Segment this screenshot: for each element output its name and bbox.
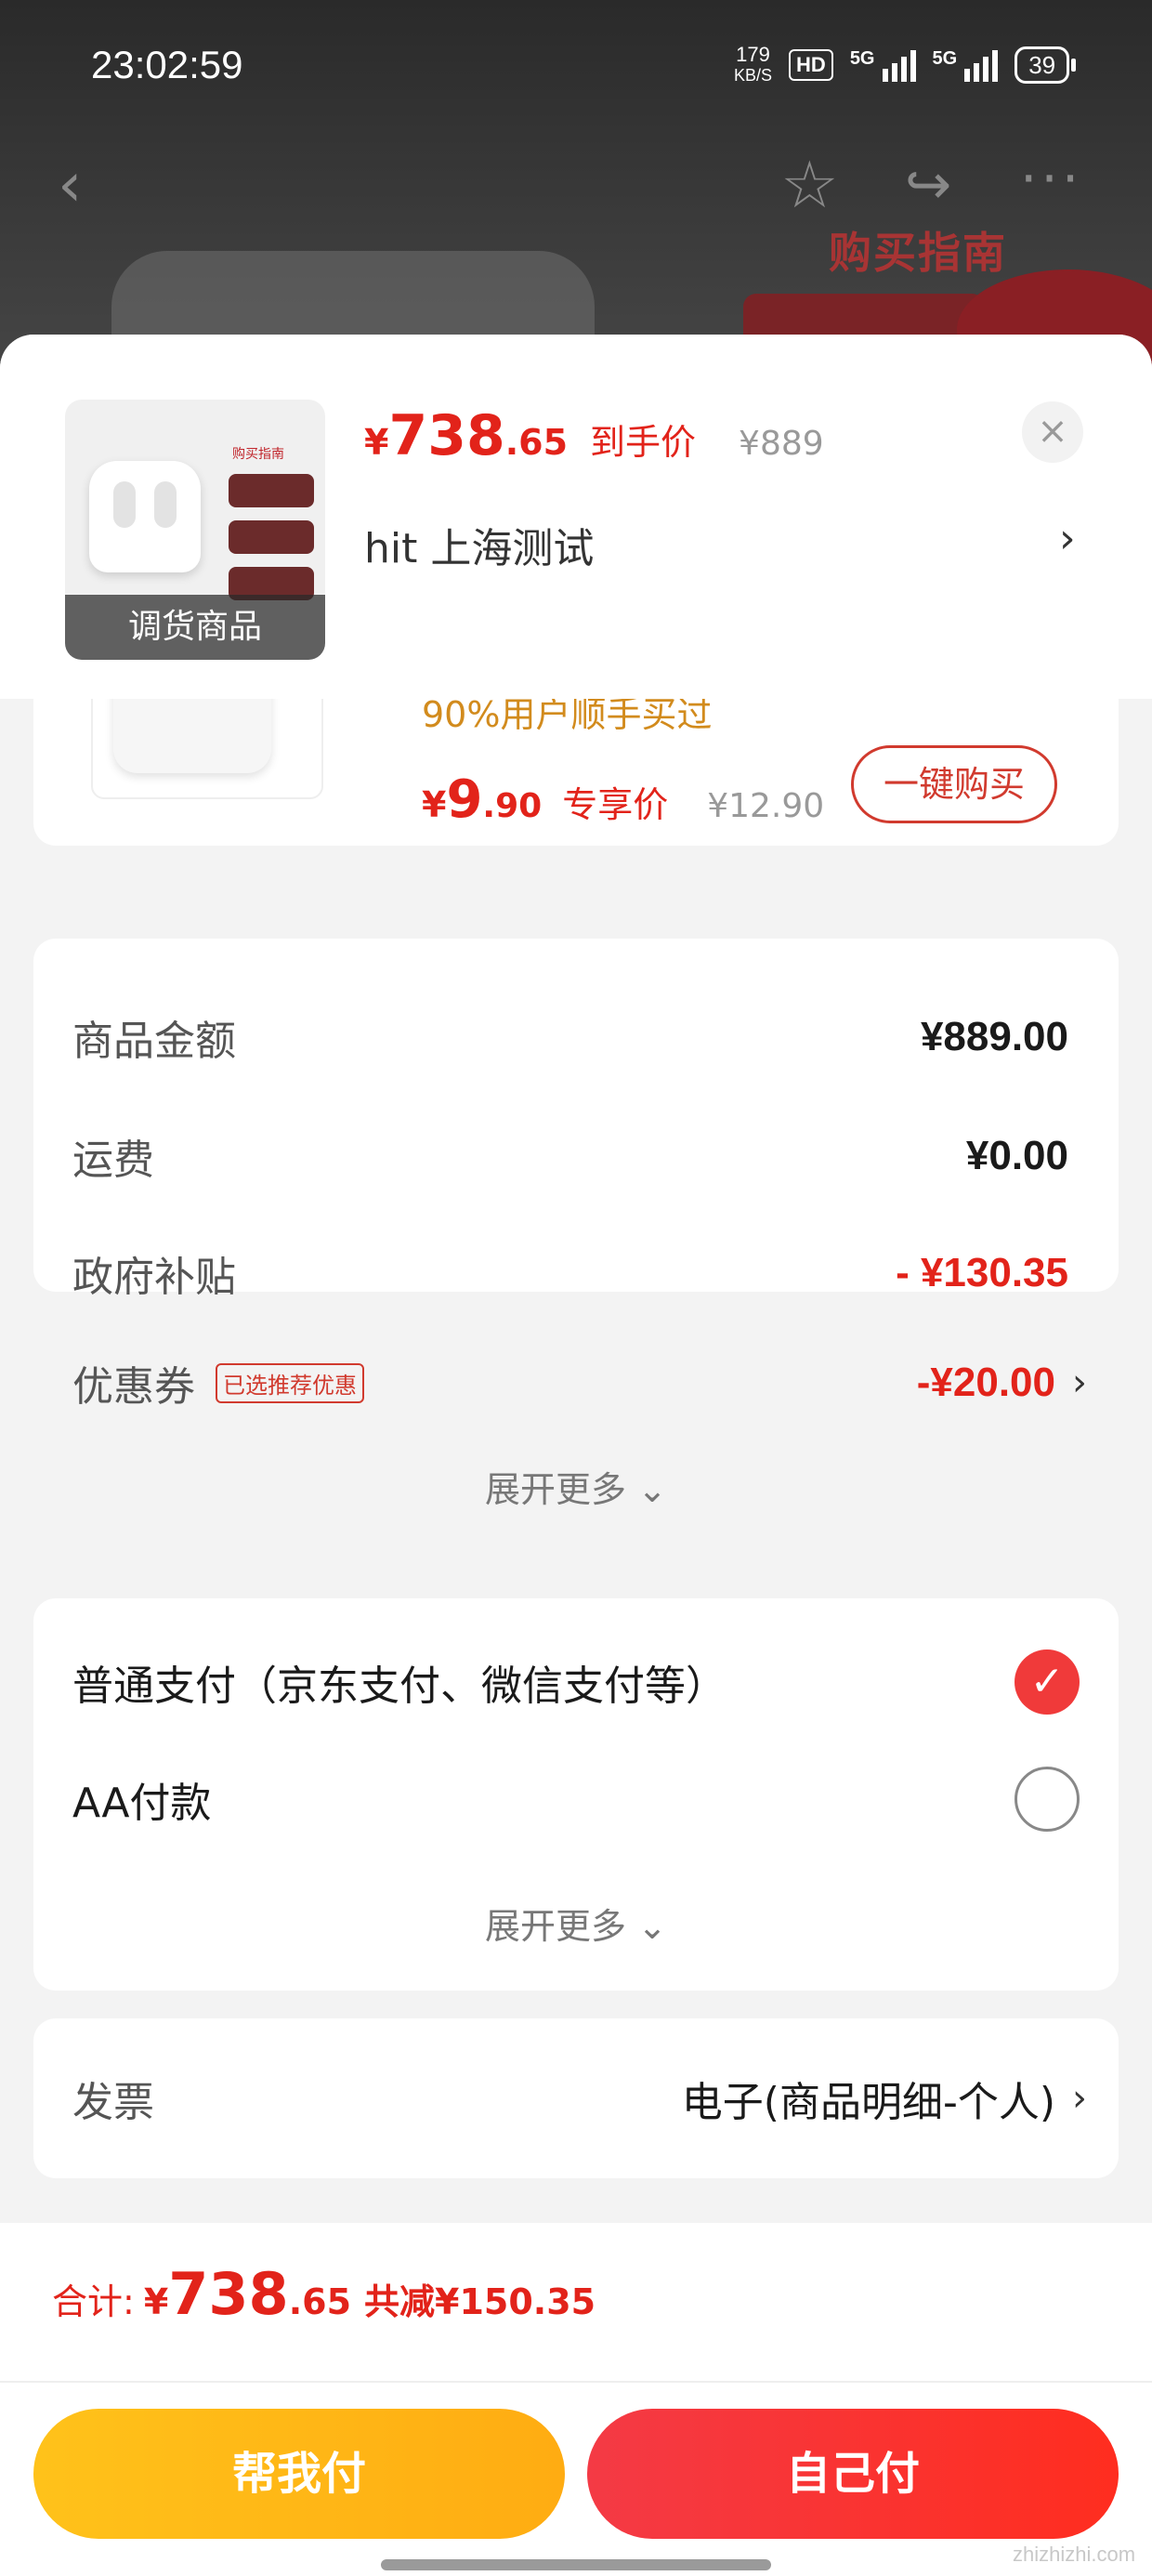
background-promo-title: 购买指南: [829, 228, 1007, 278]
final-price-yen: ¥: [364, 422, 389, 463]
total-int: 738: [168, 2260, 289, 2328]
network-type-1: 5G: [849, 48, 875, 69]
checkout-footer: 合计: ¥ 738 .65 共减¥150.35 帮我付 自己付: [0, 2223, 1152, 2576]
checkout-sheet: 90%用户顺手买过 ¥ 9 .90 专享价 ¥12.90 一键购买 购买指南 调…: [0, 335, 1152, 2576]
invoice-label: 发票: [72, 2079, 154, 2126]
shop-name[interactable]: hit 上海测试: [364, 515, 594, 574]
checked-icon[interactable]: ✓: [1015, 1649, 1080, 1715]
sheet-header: 购买指南 调货商品 ¥ 738 .65 到手价 ¥889 × hit 上海测试 …: [0, 335, 1152, 699]
status-icons: 179 KB/S HD 5G 5G 39: [734, 45, 1077, 85]
share-icon[interactable]: ↪: [905, 152, 951, 217]
battery-icon: 39: [1015, 46, 1077, 84]
one-click-buy-button[interactable]: 一键购买: [851, 745, 1057, 823]
recommend-price-label: 专享价: [562, 784, 669, 825]
final-price-dec: .65: [504, 422, 569, 463]
pay-myself-button[interactable]: 自己付: [587, 2409, 1119, 2539]
payment-option-aa[interactable]: AA付款: [72, 1767, 1080, 1832]
recommend-price-yen: ¥: [422, 784, 447, 825]
subsidy-row: 政府补贴 - ¥130.35: [72, 1245, 1068, 1301]
total-price: 合计: ¥ 738 .65 共减¥150.35: [52, 2260, 596, 2328]
recommend-price-dec: .90: [482, 787, 543, 825]
total-yen: ¥: [143, 2281, 169, 2322]
coupon-label: 优惠券: [72, 1363, 195, 1411]
coupon-recommended-tag: 已选推荐优惠: [216, 1362, 364, 1403]
thumb-tag-1: [229, 474, 314, 507]
network-speed-unit: KB/S: [734, 66, 773, 85]
help-me-pay-button[interactable]: 帮我付: [33, 2409, 565, 2539]
chevron-down-icon: ⌄: [637, 1906, 667, 1947]
shipping-label: 运费: [72, 1137, 154, 1184]
status-bar: 23:02:59 179 KB/S HD 5G 5G 39: [0, 0, 1152, 139]
final-price-int: 738: [388, 403, 505, 468]
payment-option-normal[interactable]: 普通支付（京东支付、微信支付等） ✓: [72, 1649, 1080, 1715]
subsidy-value: - ¥130.35: [896, 1250, 1068, 1295]
shipping-value: ¥0.00: [965, 1133, 1068, 1178]
final-price-label: 到手价: [590, 422, 697, 463]
recommend-orig-price: ¥12.90: [707, 787, 825, 825]
chevron-right-icon: ›: [1072, 1361, 1087, 1404]
invoice-value: 电子(商品明细-个人): [681, 2079, 1055, 2126]
thumb-guide-text: 购买指南: [232, 447, 284, 462]
expand-more-payment[interactable]: 展开更多 ⌄: [33, 1898, 1119, 1949]
goods-amount-label: 商品金额: [72, 1018, 236, 1065]
status-time: 23:02:59: [91, 43, 243, 86]
total-label: 合计:: [52, 2281, 135, 2322]
payment-option-normal-label: 普通支付（京东支付、微信支付等）: [72, 1663, 727, 1710]
thumb-tag-2: [229, 520, 314, 554]
subsidy-label: 政府补贴: [72, 1254, 236, 1301]
expand-more-label: 展开更多: [485, 1906, 627, 1947]
chevron-right-icon: ›: [1072, 2077, 1087, 2120]
amounts-card: 商品金额 ¥889.00 运费 ¥0.00 政府补贴 - ¥130.35 优惠券…: [33, 939, 1119, 1510]
transfer-goods-label: 调货商品: [65, 595, 325, 660]
network-type-2: 5G: [932, 48, 958, 69]
recommend-price-int: 9: [446, 769, 483, 830]
network-speed-value: 179: [736, 43, 770, 66]
goods-amount-value: ¥889.00: [920, 1014, 1068, 1059]
goods-amount-row: 商品金额 ¥889.00: [72, 1009, 1068, 1065]
network-speed: 179 KB/S: [734, 45, 772, 85]
signal-icon-2: 5G: [933, 48, 999, 82]
footer-divider: [0, 2381, 1152, 2383]
hd-icon: HD: [789, 49, 833, 81]
chevron-down-icon: ⌄: [637, 1469, 667, 1510]
favorite-star-icon[interactable]: ☆: [780, 152, 839, 217]
home-indicator[interactable]: [381, 2559, 771, 2570]
chevron-right-icon[interactable]: ›: [1059, 515, 1076, 562]
coupon-value: -¥20.00: [916, 1360, 1055, 1405]
airpods-case-image: [89, 461, 201, 572]
total-dec: .65: [288, 2281, 352, 2322]
original-price: ¥889: [739, 425, 824, 463]
more-icon[interactable]: ···: [1020, 151, 1082, 205]
background-nav: ‹ ☆ ↪ ···: [0, 149, 1152, 223]
back-icon[interactable]: ‹: [58, 154, 82, 216]
unchecked-radio-icon[interactable]: [1015, 1767, 1080, 1832]
watermark: zhizhizhi.com: [1013, 2543, 1136, 2566]
invoice-card[interactable]: 发票 电子(商品明细-个人) ›: [33, 2018, 1119, 2178]
coupon-row[interactable]: 优惠券 已选推荐优惠 -¥20.00 ›: [72, 1355, 1087, 1411]
payment-card: 普通支付（京东支付、微信支付等） ✓ AA付款 展开更多 ⌄: [33, 1598, 1119, 1991]
expand-more-amounts[interactable]: 展开更多 ⌄: [33, 1461, 1119, 1512]
recommend-price: ¥ 9 .90 专享价 ¥12.90: [422, 769, 824, 830]
payment-option-aa-label: AA付款: [72, 1780, 212, 1827]
invoice-row[interactable]: 发票 电子(商品明细-个人) ›: [72, 2070, 1087, 2126]
close-button[interactable]: ×: [1022, 401, 1083, 463]
product-thumbnail: 购买指南 调货商品: [65, 400, 325, 660]
signal-icon: 5G: [850, 48, 916, 82]
expand-more-label: 展开更多: [485, 1469, 627, 1510]
total-saved: 共减¥150.35: [364, 2281, 596, 2322]
shipping-row: 运费 ¥0.00: [72, 1128, 1068, 1184]
final-price: ¥ 738 .65 到手价 ¥889: [364, 403, 824, 468]
